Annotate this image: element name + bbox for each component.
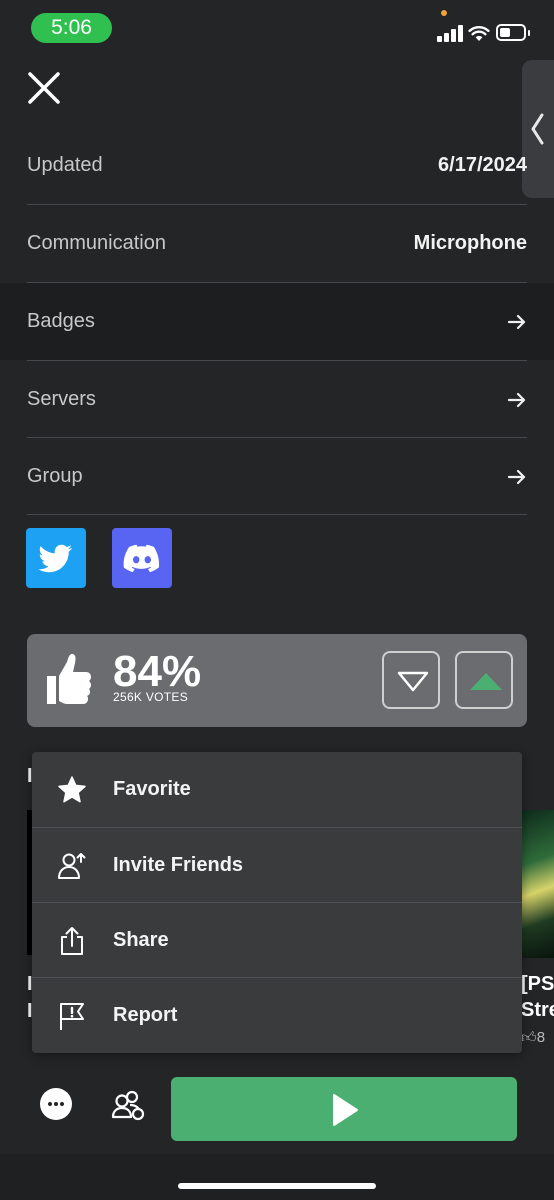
thumbs-up-icon — [47, 654, 91, 704]
upvote-button[interactable] — [455, 651, 513, 709]
menu-item-label: Report — [113, 1004, 178, 1026]
context-menu: Favorite Invite Friends Share Report — [32, 752, 522, 1053]
menu-item-label: Favorite — [113, 778, 191, 800]
wifi-icon — [468, 26, 490, 41]
servers-label: Servers — [27, 388, 96, 410]
menu-item-label: Invite Friends — [113, 854, 244, 876]
game-thumbnail-right[interactable] — [520, 810, 554, 958]
status-bar: 5:06 — [0, 0, 554, 56]
invite-friend-icon — [58, 852, 86, 879]
game-rating-right-value: 8 — [536, 1029, 546, 1046]
communication-label: Communication — [27, 232, 166, 254]
triangle-up-icon — [470, 673, 502, 690]
game-rating-right: 👍︎8 — [521, 1029, 545, 1047]
more-options-button[interactable] — [40, 1088, 72, 1120]
menu-item-share[interactable]: Share — [32, 903, 522, 978]
updated-row: Updated 6/17/2024 — [0, 127, 554, 204]
downvote-button[interactable] — [382, 651, 440, 709]
dot — [48, 1102, 52, 1106]
group-row[interactable]: Group — [0, 438, 554, 515]
battery-tip — [528, 30, 530, 36]
battery-icon — [496, 24, 526, 41]
close-icon[interactable] — [26, 70, 62, 106]
status-time: 5:06 — [31, 13, 112, 43]
game-title-right-line1: [PS — [521, 973, 554, 995]
play-icon — [333, 1094, 358, 1126]
rating-card: 84% 256K VOTES — [27, 634, 527, 727]
menu-item-invite-friends[interactable]: Invite Friends — [32, 828, 522, 903]
menu-item-label: Share — [113, 929, 169, 951]
home-indicator[interactable] — [178, 1183, 376, 1189]
cellular-signal-icon — [437, 25, 463, 42]
twitter-bird-icon — [38, 544, 73, 573]
dot — [54, 1102, 58, 1106]
updated-value: 6/17/2024 — [438, 154, 527, 176]
triangle-down-icon — [397, 671, 429, 692]
share-icon — [61, 926, 83, 955]
report-flag-icon — [60, 1002, 84, 1030]
vote-count: 256K VOTES — [113, 690, 189, 704]
group-label: Group — [27, 465, 83, 487]
communication-row: Communication Microphone — [0, 205, 554, 282]
communication-value: Microphone — [413, 232, 527, 254]
play-button[interactable] — [171, 1077, 517, 1141]
party-friends-icon[interactable] — [108, 1085, 148, 1125]
menu-item-report[interactable]: Report — [32, 978, 522, 1053]
servers-row[interactable]: Servers — [0, 361, 554, 438]
twitter-link[interactable] — [26, 528, 86, 588]
arrow-right-icon — [507, 392, 526, 407]
badges-row[interactable]: Badges — [0, 283, 554, 360]
discord-logo-icon — [123, 544, 160, 573]
discord-link[interactable] — [112, 528, 172, 588]
thumbs-up-icon: 👍︎ — [521, 1029, 537, 1046]
privacy-indicator-dot — [441, 10, 447, 16]
menu-item-favorite[interactable]: Favorite — [32, 752, 522, 827]
divider — [27, 514, 527, 515]
dot — [60, 1102, 64, 1106]
star-icon — [58, 775, 86, 802]
updated-label: Updated — [27, 154, 103, 176]
home-indicator-area — [0, 1154, 554, 1200]
arrow-right-icon — [507, 314, 526, 329]
game-title-right-line2: Stre — [521, 999, 554, 1021]
badges-label: Badges — [27, 310, 95, 332]
arrow-right-icon — [507, 469, 526, 484]
